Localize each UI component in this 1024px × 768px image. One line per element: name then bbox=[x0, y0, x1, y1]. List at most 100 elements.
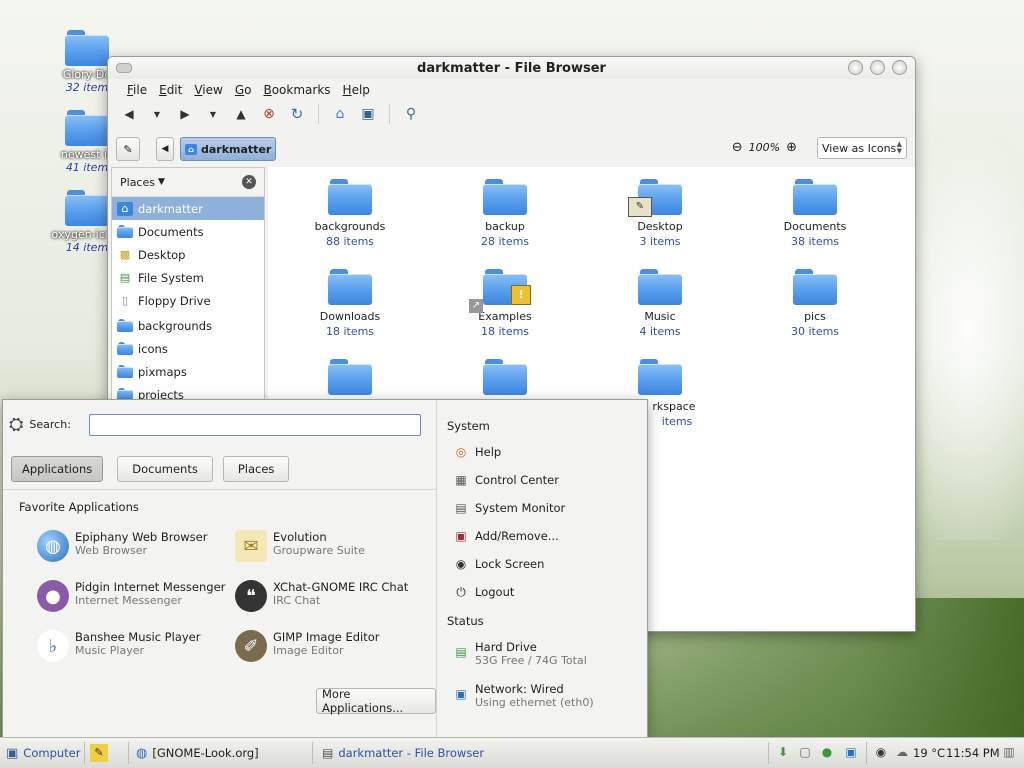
file-name: Downloads bbox=[319, 310, 381, 323]
menu-bookmarks[interactable]: Bookmarks bbox=[258, 81, 335, 99]
breadcrumb-darkmatter[interactable]: ⌂ darkmatter bbox=[180, 137, 277, 161]
dropdown-icon: ▼ bbox=[157, 177, 165, 187]
temperature[interactable]: 19 °C bbox=[913, 742, 945, 764]
update-icon[interactable]: ⬇ bbox=[774, 743, 792, 761]
menu-go[interactable]: Go bbox=[230, 81, 257, 99]
weather-icon[interactable]: ☁ bbox=[893, 743, 911, 761]
file-count: 30 items bbox=[790, 325, 840, 338]
status-hard-drive[interactable]: ▤ Hard Drive 53G Free / 74G Total bbox=[453, 640, 586, 667]
menu-view[interactable]: View bbox=[189, 81, 227, 99]
file-count: 18 items bbox=[325, 325, 375, 338]
sidebar-header[interactable]: Places ▼ ✕ bbox=[112, 168, 264, 197]
sidebar-item-darkmatter[interactable]: ⌂ darkmatter bbox=[112, 197, 264, 220]
file-item[interactable]: pics 30 items bbox=[755, 269, 875, 339]
file-item[interactable]: backgrounds 88 items bbox=[290, 179, 410, 249]
app-evolution[interactable]: ✉ Evolution Groupware Suite bbox=[235, 530, 365, 562]
file-item[interactable]: ↗ ! Examples 18 items bbox=[445, 269, 565, 339]
trash-icon[interactable]: ▥ bbox=[1000, 743, 1018, 761]
stop-icon[interactable]: ⊗ bbox=[258, 103, 280, 125]
folder-icon: ✎ bbox=[628, 179, 682, 217]
clock[interactable]: 11:54 PM bbox=[946, 742, 1000, 764]
app-name: Evolution bbox=[273, 530, 327, 544]
panel-separator bbox=[312, 742, 313, 764]
lifebuoy-icon: ◎ bbox=[455, 445, 467, 459]
back-icon[interactable]: ◀ bbox=[118, 103, 140, 125]
sidebar-item-backgrounds[interactable]: backgrounds bbox=[112, 314, 264, 337]
forward-icon[interactable]: ▶ bbox=[174, 103, 196, 125]
menu-help[interactable]: Help bbox=[338, 81, 375, 99]
app-banshee[interactable]: ♭ Banshee Music Player Music Player bbox=[37, 630, 200, 662]
close-icon[interactable] bbox=[892, 60, 907, 75]
zoom-in-icon[interactable]: ⊕ bbox=[786, 140, 797, 155]
app-pidgin[interactable]: ● Pidgin Internet Messenger Internet Mess… bbox=[37, 580, 225, 612]
sidebar-item-floppy[interactable]: ▯ Floppy Drive bbox=[112, 289, 264, 312]
home-icon: ⌂ bbox=[117, 201, 133, 216]
app-name: XChat-GNOME IRC Chat bbox=[273, 580, 409, 594]
home-icon[interactable]: ⌂ bbox=[329, 103, 351, 125]
sidebar-item-pixmaps[interactable]: pixmaps bbox=[112, 360, 264, 383]
titlebar[interactable]: darkmatter - File Browser bbox=[108, 57, 915, 79]
file-item[interactable]: Music 4 items bbox=[600, 269, 720, 339]
tab-applications[interactable]: Applications bbox=[11, 456, 104, 482]
system-help[interactable]: ◎ Help bbox=[453, 444, 501, 460]
gimp-icon: ✐ bbox=[235, 630, 267, 662]
status-network[interactable]: ▣ Network: Wired Using ethernet (eth0) bbox=[453, 682, 593, 709]
path-left-arrow-icon[interactable]: ◀ bbox=[156, 137, 174, 161]
folder-icon bbox=[328, 269, 372, 305]
volume-icon[interactable]: ◉ bbox=[872, 743, 890, 761]
menu-tabs: Applications Documents Places bbox=[11, 456, 290, 482]
system-control-center[interactable]: ▦ Control Center bbox=[453, 472, 559, 488]
file-item[interactable] bbox=[445, 359, 565, 399]
system-lock-screen[interactable]: ◉ Lock Screen bbox=[453, 556, 545, 572]
up-icon[interactable]: ▲ bbox=[230, 103, 252, 125]
view-mode-select[interactable]: View as Icons ▲ ▼ bbox=[817, 137, 907, 159]
notification-icon[interactable]: ● bbox=[818, 743, 836, 761]
file-item[interactable]: Documents 38 items bbox=[755, 179, 875, 249]
app-gimp[interactable]: ✐ GIMP Image Editor Image Editor bbox=[235, 630, 380, 662]
sidebar-item-file-system[interactable]: ▤ File System bbox=[112, 266, 264, 289]
forward-history-icon[interactable]: ▼ bbox=[202, 103, 224, 125]
music-note-icon: ♭ bbox=[37, 630, 69, 662]
minimize-icon[interactable] bbox=[848, 60, 863, 75]
menu-file[interactable]: File bbox=[122, 81, 152, 99]
chat-icon[interactable]: ▢ bbox=[796, 743, 814, 761]
back-history-icon[interactable]: ▼ bbox=[146, 103, 168, 125]
window-title: darkmatter - File Browser bbox=[417, 61, 606, 76]
file-item[interactable]: backup 28 items bbox=[445, 179, 565, 249]
sidebar-item-desktop[interactable]: ▩ Desktop bbox=[112, 243, 264, 266]
menu-edit[interactable]: Edit bbox=[154, 81, 187, 99]
close-sidebar-icon[interactable]: ✕ bbox=[242, 175, 256, 189]
sidebar-item-label: backgrounds bbox=[138, 318, 213, 333]
file-item[interactable] bbox=[290, 359, 410, 399]
notes-launcher[interactable]: ✎ bbox=[90, 742, 108, 764]
task-file-browser[interactable]: ▤ darkmatter - File Browser bbox=[322, 742, 484, 764]
system-monitor[interactable]: ▤ System Monitor bbox=[453, 500, 565, 516]
network-icon: ▣ bbox=[455, 687, 467, 701]
folder-icon: ↗ ! bbox=[469, 269, 531, 313]
task-gnome-look[interactable]: ◍ [GNOME-Look.org] bbox=[136, 742, 259, 764]
maximize-icon[interactable] bbox=[870, 60, 885, 75]
computer-icon[interactable]: ▣ bbox=[357, 103, 379, 125]
app-epiphany[interactable]: ◍ Epiphany Web Browser Web Browser bbox=[37, 530, 207, 562]
file-item[interactable]: Downloads 18 items bbox=[290, 269, 410, 339]
system-logout[interactable]: ⏻ Logout bbox=[453, 584, 514, 600]
sidebar-item-label: darkmatter bbox=[138, 201, 203, 216]
search-icon[interactable]: ⚲ bbox=[400, 103, 422, 125]
tab-documents[interactable]: Documents bbox=[117, 456, 213, 482]
sidebar-item-icons[interactable]: icons bbox=[112, 337, 264, 360]
reload-icon[interactable]: ↻ bbox=[286, 103, 308, 125]
file-item[interactable]: ✎ Desktop 3 items bbox=[600, 179, 720, 249]
sidebar-item-documents[interactable]: Documents bbox=[112, 220, 264, 243]
more-applications-button[interactable]: More Applications... bbox=[316, 687, 436, 715]
system-add-remove[interactable]: ▣ Add/Remove... bbox=[453, 528, 558, 544]
file-name: Music bbox=[644, 310, 676, 323]
edit-location-icon[interactable]: ✎ bbox=[116, 137, 140, 161]
computer-menu-button[interactable]: ▣ Computer bbox=[6, 742, 80, 764]
tab-places[interactable]: Places bbox=[222, 456, 290, 482]
app-desc: Groupware Suite bbox=[273, 544, 365, 557]
search-input[interactable] bbox=[89, 414, 421, 436]
harddisk-icon: ▤ bbox=[455, 645, 467, 659]
zoom-out-icon[interactable]: ⊖ bbox=[732, 140, 743, 155]
app-xchat[interactable]: ❝ XChat-GNOME IRC Chat IRC Chat bbox=[235, 580, 408, 612]
network-icon[interactable]: ▣ bbox=[842, 743, 860, 761]
